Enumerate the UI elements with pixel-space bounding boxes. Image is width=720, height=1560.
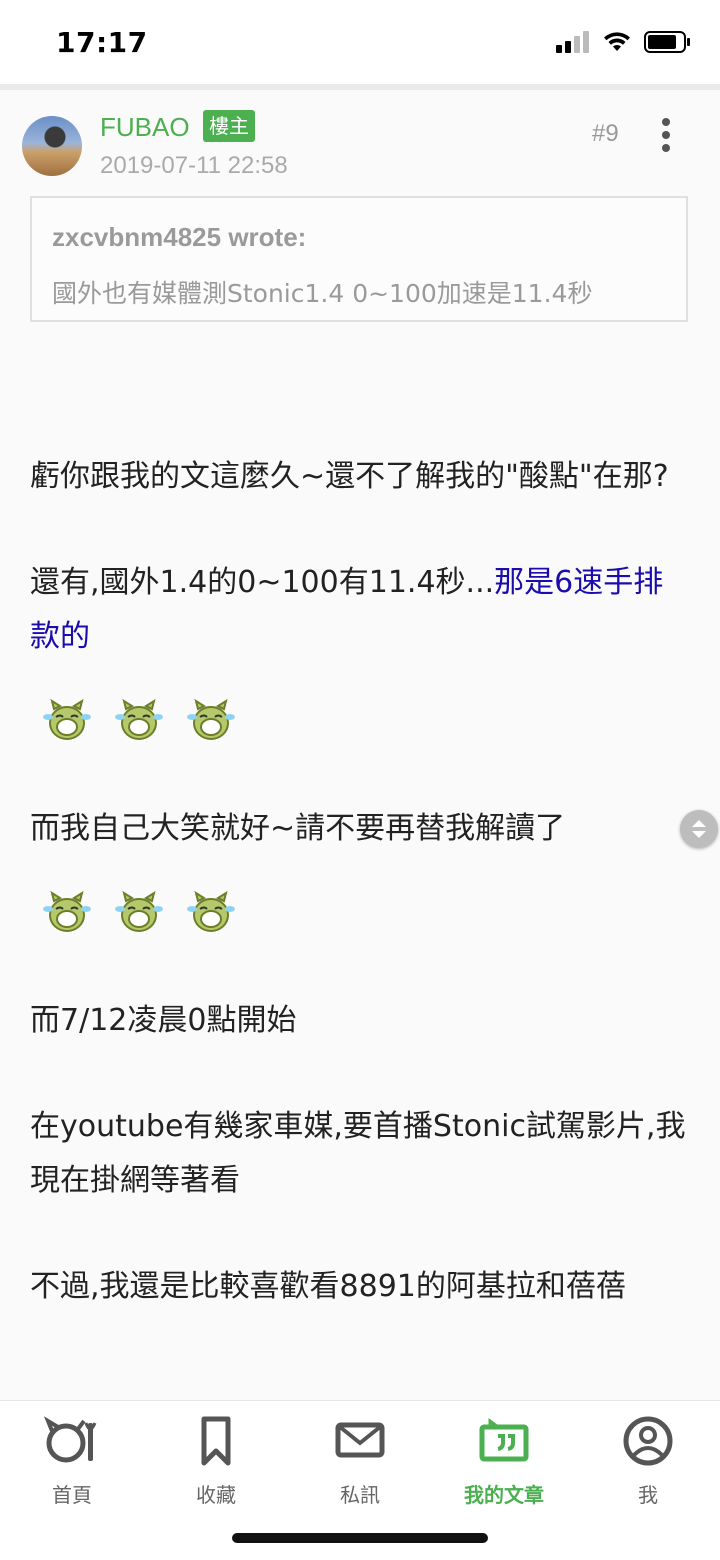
paragraph: 在youtube有幾家車媒,要首播Stonic試駕影片,我現在掛網等著看 xyxy=(30,1109,686,1198)
paragraph: 虧你跟我的文這麼久~還不了解我的"酸點"在那? xyxy=(30,459,669,494)
signal-icon xyxy=(556,31,589,53)
quote-author: zxcvbnm4825 wrote: xyxy=(52,222,307,252)
tab-label: 收藏 xyxy=(196,1483,236,1507)
wifi-icon xyxy=(604,32,630,51)
tab-label: 首頁 xyxy=(52,1483,92,1507)
bookmark-icon xyxy=(201,1416,231,1466)
battery-icon xyxy=(644,31,690,53)
post-date: 2019-07-11 22:58 xyxy=(100,152,288,179)
post-username[interactable]: FUBAO xyxy=(100,112,190,143)
quote-block: zxcvbnm4825 wrote: 國外也有媒體測Stonic1.4 0~10… xyxy=(30,196,688,322)
emoji-row xyxy=(42,882,690,942)
laughing-crying-emoji-icon xyxy=(115,698,163,740)
paragraph: 還有,國外1.4的0~100有11.4秒...那是6速手排款的 xyxy=(30,556,690,664)
tab-label: 我 xyxy=(638,1483,658,1507)
post-content: 虧你跟我的文這麼久~還不了解我的"酸點"在那? 還有,國外1.4的0~100有1… xyxy=(30,450,690,1314)
post-number[interactable]: #9 xyxy=(592,120,619,148)
paragraph: 而我自己大笑就好~請不要再替我解讀了 xyxy=(30,811,566,846)
tab-label: 私訊 xyxy=(340,1483,380,1507)
status-time: 17:17 xyxy=(56,26,148,59)
laughing-crying-emoji-icon xyxy=(187,698,235,740)
tab-my-articles[interactable]: 我的文章 xyxy=(432,1413,576,1508)
laughing-crying-emoji-icon xyxy=(43,698,91,740)
tab-me[interactable]: 我 xyxy=(576,1413,720,1508)
avatar[interactable] xyxy=(22,116,82,176)
more-options-icon[interactable] xyxy=(656,118,676,152)
quote-text: 國外也有媒體測Stonic1.4 0~100加速是11.4秒 xyxy=(52,279,593,308)
profile-icon xyxy=(623,1416,673,1466)
laughing-crying-emoji-icon xyxy=(43,890,91,932)
emoji-row xyxy=(42,690,690,750)
laughing-crying-emoji-icon xyxy=(187,890,235,932)
home-indicator xyxy=(232,1533,488,1543)
post-card: FUBAO 樓主 2019-07-11 22:58 #9 zxcvbnm4825… xyxy=(0,90,720,1400)
laughing-crying-emoji-icon xyxy=(115,890,163,932)
paragraph: 不過,我還是比較喜歡看8891的阿基拉和蓓蓓 xyxy=(30,1269,626,1304)
paragraph-text: 還有,國外1.4的0~100有11.4秒... xyxy=(30,565,495,600)
owner-badge: 樓主 xyxy=(203,110,255,142)
tab-messages[interactable]: 私訊 xyxy=(288,1413,432,1508)
scroll-arrows-icon xyxy=(692,820,706,838)
status-bar: 17:17 xyxy=(0,0,720,86)
tab-label: 我的文章 xyxy=(464,1483,544,1507)
home-icon xyxy=(43,1416,97,1463)
status-icons xyxy=(556,30,692,54)
quote-icon xyxy=(479,1418,529,1462)
scroll-handle[interactable] xyxy=(680,810,718,848)
tab-favorites[interactable]: 收藏 xyxy=(144,1413,288,1508)
tab-home[interactable]: 首頁 xyxy=(0,1413,144,1508)
paragraph: 而7/12凌晨0點開始 xyxy=(30,1003,297,1038)
mail-icon xyxy=(335,1422,385,1458)
